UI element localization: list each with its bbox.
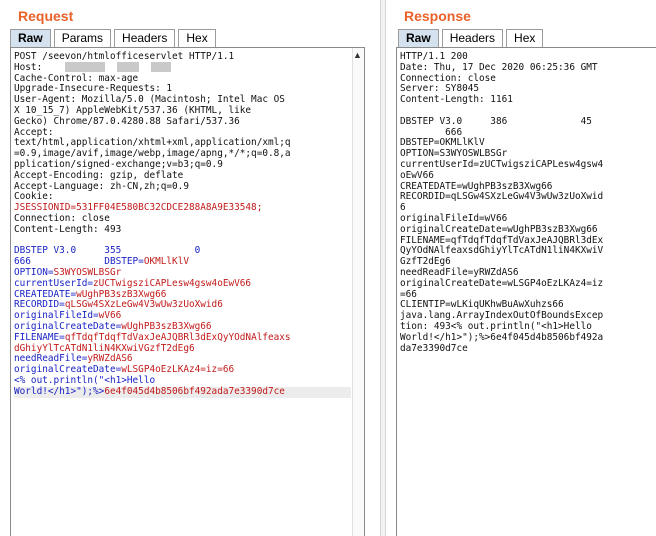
tab-hex[interactable]: Hex xyxy=(506,29,544,47)
redaction-block xyxy=(151,62,171,72)
tab-headers[interactable]: Headers xyxy=(114,29,176,47)
tab-raw[interactable]: Raw xyxy=(10,29,51,47)
tab-hex[interactable]: Hex xyxy=(178,29,216,47)
tab-params[interactable]: Params xyxy=(53,29,112,47)
request-scrollbar[interactable]: ▲ xyxy=(352,48,364,536)
request-editor[interactable]: POST /seevon/htmlofficeservlet HTTP/1.1 H… xyxy=(10,47,365,536)
request-body-text[interactable]: POST /seevon/htmlofficeservlet HTTP/1.1 H… xyxy=(14,51,351,398)
redaction-block xyxy=(65,62,105,72)
response-line: World!</h1>");%>6e4f045d4b8506bf492a xyxy=(400,331,604,343)
redaction-block xyxy=(117,62,139,72)
response-body-text[interactable]: HTTP/1.1 200 Date: Thu, 17 Dec 2020 06:25… xyxy=(400,51,644,354)
response-line: oEwV66 xyxy=(400,169,434,181)
request-line: Content-Length: 493 xyxy=(14,223,122,235)
request-line: Accept-Language: zh-CN,zh;q=0.9 xyxy=(14,180,189,192)
response-panel: Response Raw Headers Hex HTTP/1.1 200 Dat… xyxy=(386,0,656,536)
response-editor[interactable]: HTTP/1.1 200 Date: Thu, 17 Dec 2020 06:25… xyxy=(396,47,656,536)
request-panel: Request Raw Params Headers Hex POST /see… xyxy=(0,0,372,536)
response-title: Response xyxy=(404,8,471,24)
response-line: currentUserId=zUCTwigsziCAPLesw4gsw4 xyxy=(400,158,604,170)
response-tabs: Raw Headers Hex xyxy=(398,29,546,47)
request-line: Gecko) Chrome/87.0.4280.88 Safari/537.36 xyxy=(14,115,240,127)
request-title: Request xyxy=(18,8,74,24)
scroll-up-arrow-icon[interactable]: ▲ xyxy=(352,50,363,60)
tab-headers[interactable]: Headers xyxy=(441,29,504,47)
response-line: DBSTEP V3.0 386 45 xyxy=(400,115,592,127)
response-line: Date: Thu, 17 Dec 2020 06:25:36 GMT xyxy=(400,61,598,73)
response-line: originalCreateDate=wUghPB3szB3Xwg66 xyxy=(400,223,598,235)
request-tabs: Raw Params Headers Hex xyxy=(10,29,219,47)
response-line: Content-Length: 1161 xyxy=(400,94,513,106)
response-line: RECORDID=qLSGw4SXzLeGw4V3wUw3zUoXwid xyxy=(400,191,604,203)
request-line: Accept-Encoding: gzip, deflate xyxy=(14,169,184,181)
tab-raw[interactable]: Raw xyxy=(398,29,439,47)
request-line: World!</h1>");%>6e4f045d4b8506bf492ada7e… xyxy=(14,386,351,398)
response-line: da7e3390d7ce xyxy=(400,342,468,354)
response-line: originalCreateDate=wLSGP4oEzLKAz4=iz xyxy=(400,277,604,289)
